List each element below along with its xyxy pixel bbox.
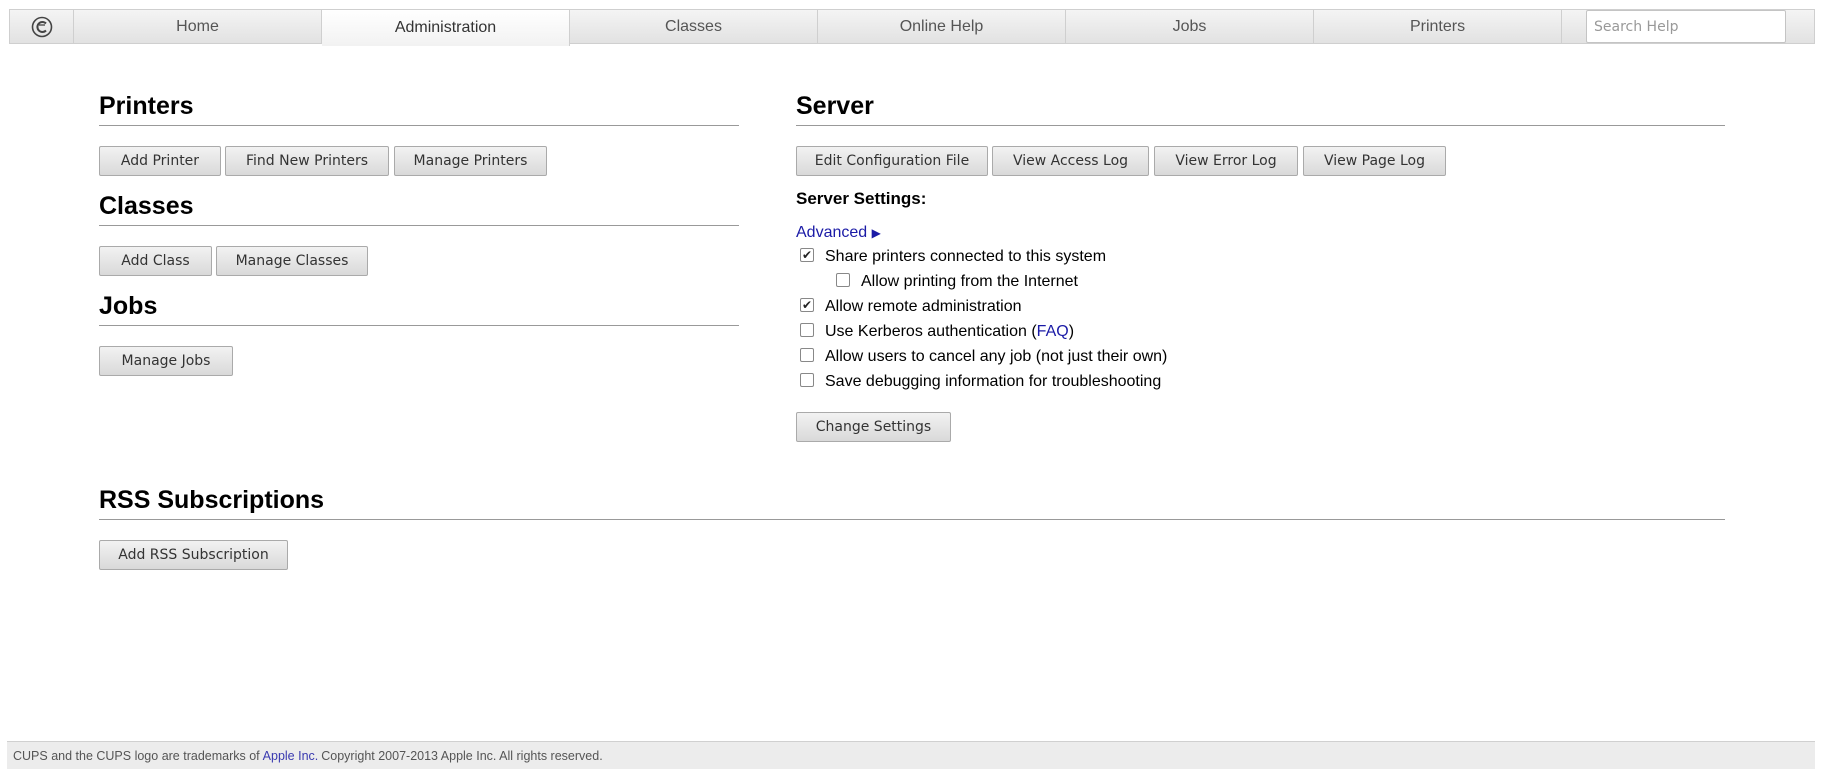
change-settings-button[interactable]: Change Settings [796,412,951,442]
advanced-link[interactable]: Advanced ▶ [796,224,881,242]
apple-link[interactable]: Apple Inc. [263,749,319,763]
option-label: Use Kerberos authentication ( [825,323,1037,340]
edit-configuration-file-button[interactable]: Edit Configuration File [796,146,988,176]
tab-online-help[interactable]: Online Help [818,10,1066,43]
top-nav: Home Administration Classes Online Help … [9,9,1815,46]
server-settings-label: Server Settings: [796,189,927,208]
tab-jobs[interactable]: Jobs [1066,10,1314,43]
search-input[interactable] [1586,10,1786,43]
option-label-suffix: ) [1068,323,1075,340]
search-container [1562,10,1814,43]
remote-admin-checkbox[interactable]: ✔ [800,298,814,312]
option-allow-internet-printing: Allow printing from the Internet [836,273,1078,291]
option-kerberos: Use Kerberos authentication (FAQ) [800,323,1074,341]
manage-classes-button[interactable]: Manage Classes [216,246,368,276]
option-remote-admin: ✔ Allow remote administration [800,298,1022,316]
add-class-button[interactable]: Add Class [99,246,212,276]
option-cancel-any-job: Allow users to cancel any job (not just … [800,348,1167,366]
find-new-printers-button[interactable]: Find New Printers [225,146,389,176]
view-page-log-button[interactable]: View Page Log [1303,146,1446,176]
debug-logging-checkbox[interactable] [800,373,814,387]
jobs-heading: Jobs [99,292,739,326]
option-share-printers: ✔ Share printers connected to this syste… [800,248,1106,266]
tab-home[interactable]: Home [74,10,322,43]
share-printers-checkbox[interactable]: ✔ [800,248,814,262]
footer-copyright: Copyright 2007-2013 Apple Inc. All right… [321,748,603,763]
view-error-log-button[interactable]: View Error Log [1154,146,1298,176]
option-label: Allow remote administration [825,298,1022,315]
advanced-label[interactable]: Advanced [796,224,867,241]
option-label: Save debugging information for troublesh… [825,373,1162,390]
kerberos-checkbox[interactable] [800,323,814,337]
manage-printers-button[interactable]: Manage Printers [394,146,547,176]
add-rss-subscription-button[interactable]: Add RSS Subscription [99,540,288,570]
option-label: Allow users to cancel any job (not just … [825,348,1168,365]
option-label: Allow printing from the Internet [861,273,1078,290]
tab-administration[interactable]: Administration [322,10,570,46]
printers-heading: Printers [99,92,739,126]
classes-heading: Classes [99,192,739,226]
triangle-right-icon: ▶ [871,226,881,240]
cancel-any-job-checkbox[interactable] [800,348,814,362]
option-label: Share printers connected to this system [825,248,1107,265]
rss-subscriptions-heading: RSS Subscriptions [99,486,1725,520]
footer: CUPS and the CUPS logo are trademarks of… [7,741,1815,769]
add-printer-button[interactable]: Add Printer [99,146,221,176]
faq-link[interactable]: FAQ [1037,323,1069,341]
allow-internet-printing-checkbox[interactable] [836,273,850,287]
server-heading: Server [796,92,1725,126]
tab-classes[interactable]: Classes [570,10,818,43]
tab-printers[interactable]: Printers [1314,10,1562,43]
manage-jobs-button[interactable]: Manage Jobs [99,346,233,376]
option-debug-logging: Save debugging information for troublesh… [800,373,1161,391]
view-access-log-button[interactable]: View Access Log [992,146,1149,176]
footer-text: CUPS and the CUPS logo are trademarks of [13,748,260,763]
cups-logo-icon[interactable] [10,10,74,43]
